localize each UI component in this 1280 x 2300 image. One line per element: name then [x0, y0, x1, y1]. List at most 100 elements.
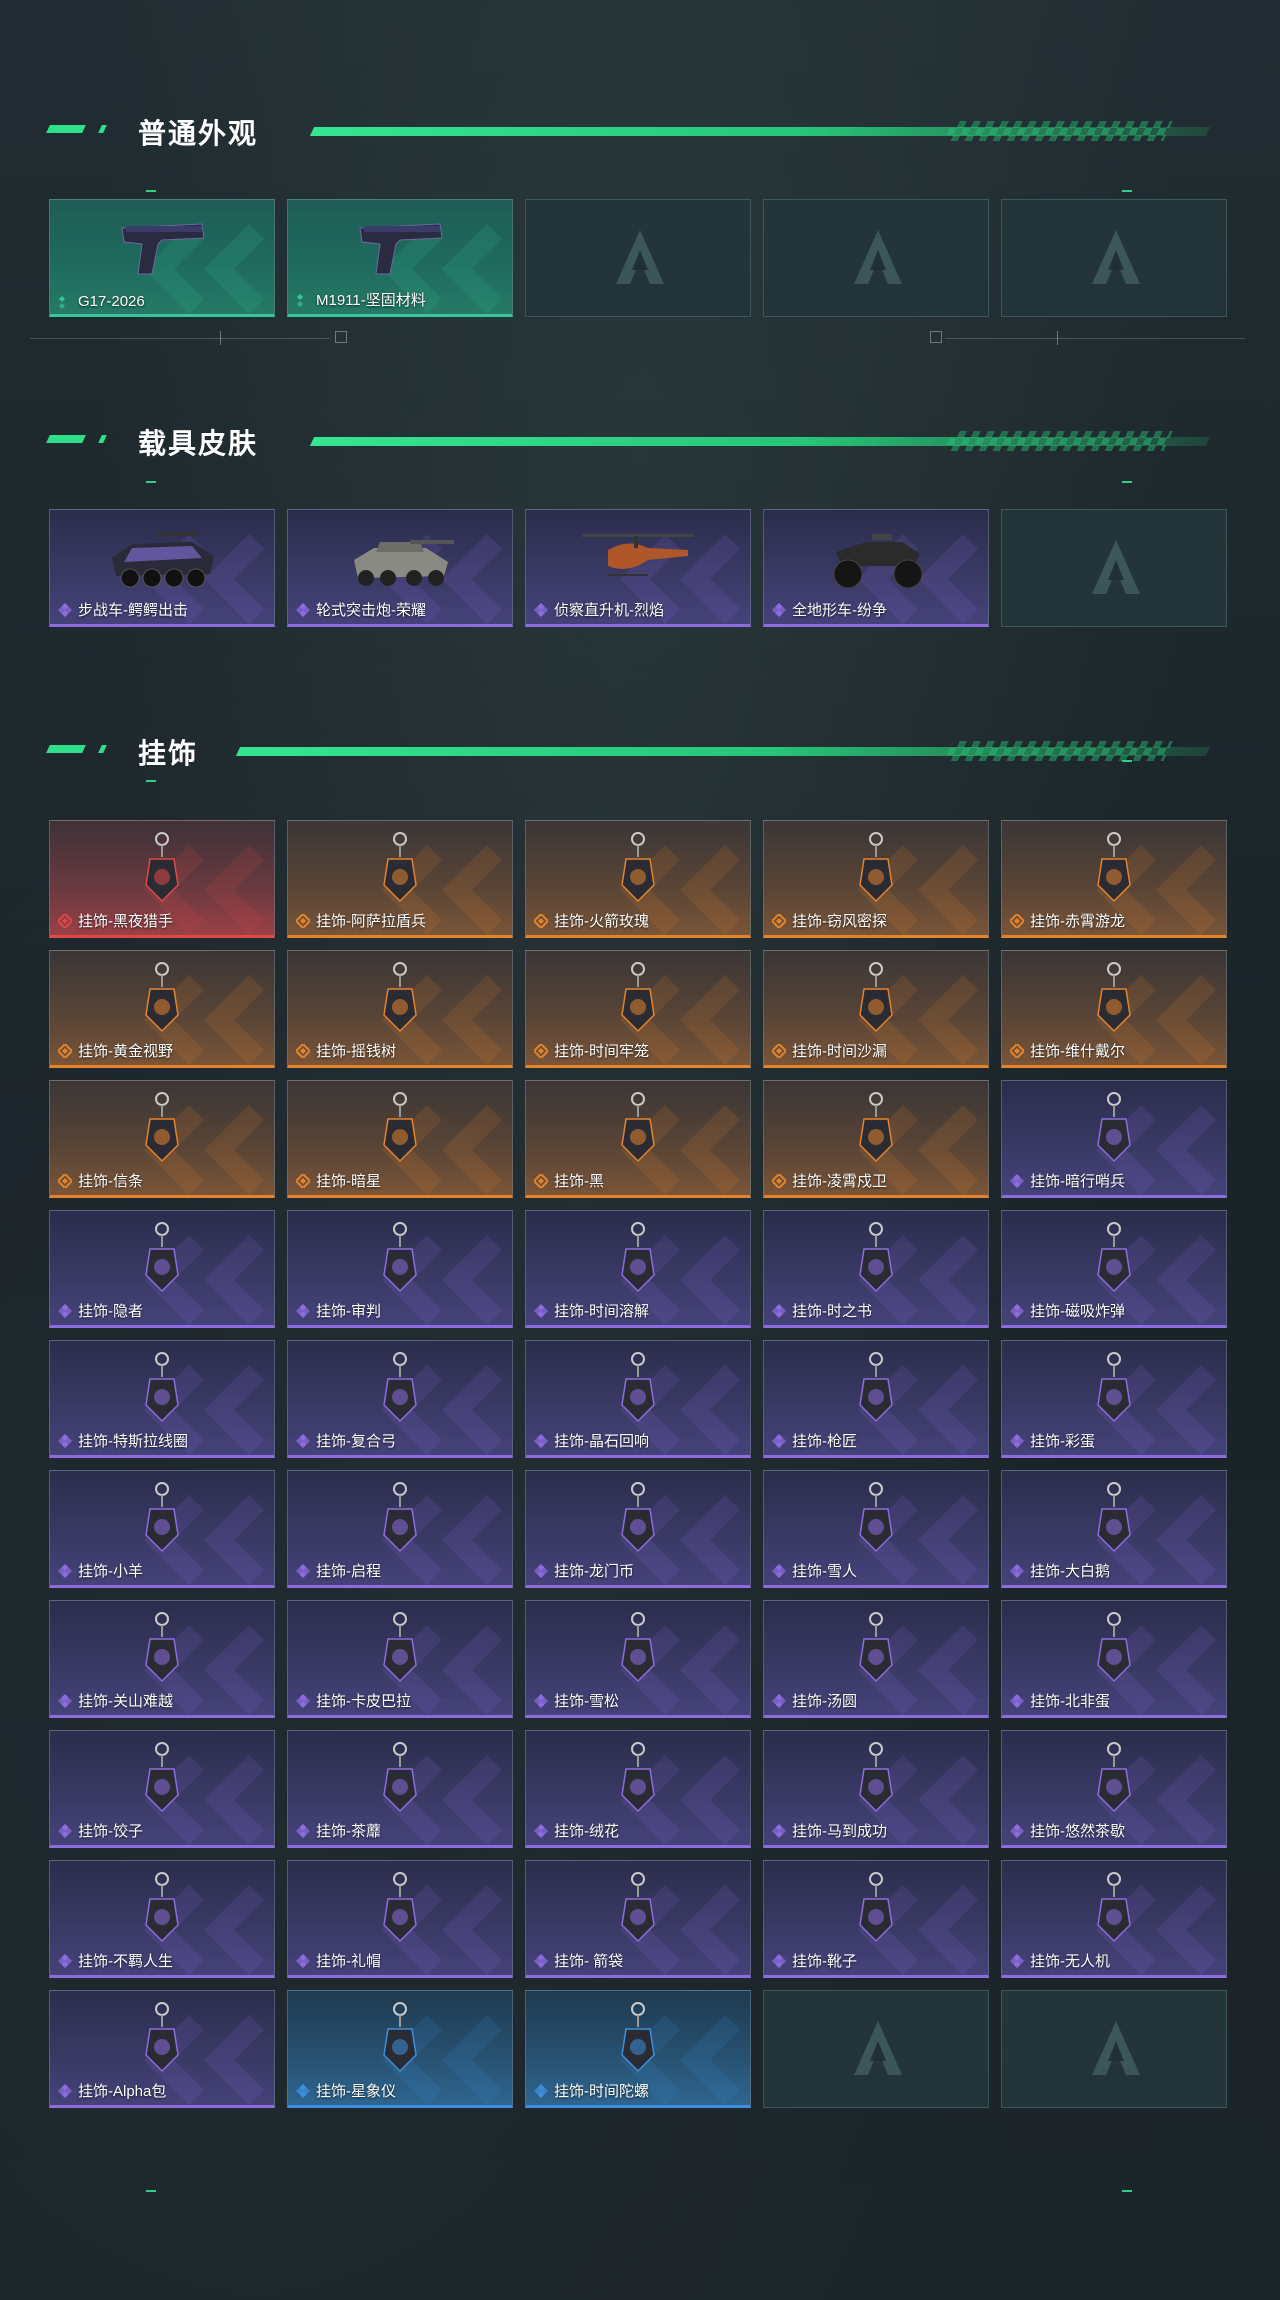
- item-card[interactable]: 挂饰-枪匠: [763, 1340, 989, 1458]
- item-card[interactable]: 挂饰-特斯拉线圈: [49, 1340, 275, 1458]
- item-card[interactable]: 挂饰-无人机: [1001, 1860, 1227, 1978]
- item-card[interactable]: 挂饰-磁吸炸弹: [1001, 1210, 1227, 1328]
- orange-rarity-icon: [772, 1173, 786, 1188]
- item-card[interactable]: 轮式突击炮-荣耀: [287, 509, 513, 627]
- item-label-row: 挂饰-关山难越: [58, 1690, 173, 1711]
- item-card[interactable]: 挂饰-时间牢笼: [525, 950, 751, 1068]
- item-label-row: 挂饰-绒花: [534, 1820, 619, 1841]
- item-card[interactable]: 挂饰-茶蘼: [287, 1730, 513, 1848]
- orange-rarity-icon: [772, 1043, 786, 1058]
- item-card[interactable]: G17-2026: [49, 199, 275, 317]
- charm-icon: [859, 832, 893, 903]
- purple-rarity-icon: [772, 1693, 786, 1708]
- item-name: 挂饰-时间溶解: [554, 1303, 649, 1320]
- item-card[interactable]: 挂饰-龙门币: [525, 1470, 751, 1588]
- item-card[interactable]: 挂饰-窃风密探: [763, 820, 989, 938]
- charm-icon: [859, 1092, 893, 1163]
- item-card[interactable]: 挂饰-黑夜猎手: [49, 820, 275, 938]
- item-card[interactable]: 挂饰-星象仪: [287, 1990, 513, 2108]
- item-label-row: 挂饰-时间溶解: [534, 1300, 649, 1321]
- item-label-row: 挂饰-大白鹅: [1010, 1560, 1110, 1581]
- item-card[interactable]: 挂饰-时间沙漏: [763, 950, 989, 1068]
- item-card[interactable]: 挂饰-大白鹅: [1001, 1470, 1227, 1588]
- item-name: 挂饰-暗星: [316, 1173, 381, 1190]
- item-name: 挂饰-暗行哨兵: [1030, 1173, 1125, 1190]
- header-accent: [46, 125, 86, 133]
- charm-icon: [383, 2002, 417, 2073]
- item-card[interactable]: 挂饰-火箭玫瑰: [525, 820, 751, 938]
- green-rarity-icon: [297, 293, 303, 307]
- item-card[interactable]: 挂饰- 箭袋: [525, 1860, 751, 1978]
- item-label-row: 挂饰-复合弓: [296, 1430, 396, 1451]
- item-card[interactable]: 挂饰-时之书: [763, 1210, 989, 1328]
- purple-rarity-icon: [772, 1953, 786, 1968]
- item-name: 挂饰-隐者: [78, 1303, 143, 1320]
- item-label-row: 挂饰-赤霄游龙: [1010, 910, 1125, 931]
- item-label-row: 挂饰-不羁人生: [58, 1950, 173, 1971]
- item-card[interactable]: 挂饰-摇钱树: [287, 950, 513, 1068]
- item-card[interactable]: 挂饰-暗星: [287, 1080, 513, 1198]
- header-accent: [98, 745, 107, 753]
- item-card[interactable]: 挂饰-维什戴尔: [1001, 950, 1227, 1068]
- item-card[interactable]: 挂饰-饺子: [49, 1730, 275, 1848]
- item-card[interactable]: 挂饰-Alpha包: [49, 1990, 275, 2108]
- item-card[interactable]: 挂饰-卡皮巴拉: [287, 1600, 513, 1718]
- item-label-row: 挂饰-隐者: [58, 1300, 143, 1321]
- item-card[interactable]: 挂饰-悠然茶歇: [1001, 1730, 1227, 1848]
- item-card[interactable]: 挂饰-礼帽: [287, 1860, 513, 1978]
- item-label-row: 挂饰-信条: [58, 1170, 143, 1191]
- item-name: 挂饰-审判: [316, 1303, 381, 1320]
- item-card[interactable]: 挂饰-启程: [287, 1470, 513, 1588]
- header-accent: [98, 435, 107, 443]
- empty-slot: [1001, 1990, 1227, 2108]
- charm-icon: [621, 962, 655, 1033]
- item-card[interactable]: 挂饰-黑: [525, 1080, 751, 1198]
- item-card[interactable]: 挂饰-小羊: [49, 1470, 275, 1588]
- charm-icon: [1097, 1742, 1131, 1813]
- item-card[interactable]: 挂饰-信条: [49, 1080, 275, 1198]
- section-title: 载具皮肤: [138, 428, 259, 459]
- item-card[interactable]: 挂饰-阿萨拉盾兵: [287, 820, 513, 938]
- item-card[interactable]: 挂饰-绒花: [525, 1730, 751, 1848]
- item-card[interactable]: 挂饰-时间陀螺: [525, 1990, 751, 2108]
- item-card[interactable]: 挂饰-晶石回响: [525, 1340, 751, 1458]
- item-card[interactable]: M1911-坚固材料: [287, 199, 513, 317]
- pistol-icon: [121, 223, 205, 275]
- item-name: 挂饰-龙门币: [554, 1563, 634, 1580]
- charm-icon: [621, 1092, 655, 1163]
- item-card[interactable]: 挂饰-赤霄游龙: [1001, 820, 1227, 938]
- item-card[interactable]: 挂饰-审判: [287, 1210, 513, 1328]
- item-card[interactable]: 挂饰-不羁人生: [49, 1860, 275, 1978]
- item-label-row: 挂饰-北非蛋: [1010, 1690, 1110, 1711]
- charm-icon: [1097, 1482, 1131, 1553]
- purple-rarity-icon: [296, 1953, 310, 1968]
- item-card[interactable]: 挂饰-黄金视野: [49, 950, 275, 1068]
- purple-rarity-icon: [772, 1563, 786, 1578]
- item-card[interactable]: 挂饰-靴子: [763, 1860, 989, 1978]
- item-label-row: 挂饰-彩蛋: [1010, 1430, 1095, 1451]
- item-card[interactable]: 挂饰-隐者: [49, 1210, 275, 1328]
- item-card[interactable]: 挂饰-暗行哨兵: [1001, 1080, 1227, 1198]
- item-card[interactable]: 挂饰-凌霄戍卫: [763, 1080, 989, 1198]
- item-card[interactable]: 挂饰-马到成功: [763, 1730, 989, 1848]
- purple-rarity-icon: [296, 1823, 310, 1838]
- header-accent: [98, 125, 107, 133]
- item-card[interactable]: 全地形车-纷争: [763, 509, 989, 627]
- item-card[interactable]: 挂饰-汤圆: [763, 1600, 989, 1718]
- item-card[interactable]: 挂饰-雪松: [525, 1600, 751, 1718]
- purple-rarity-icon: [1010, 1433, 1024, 1448]
- item-card[interactable]: 步战车-鳄鳄出击: [49, 509, 275, 627]
- item-card[interactable]: 挂饰-北非蛋: [1001, 1600, 1227, 1718]
- purple-rarity-icon: [534, 1433, 548, 1448]
- item-card[interactable]: 挂饰-复合弓: [287, 1340, 513, 1458]
- helicopter-icon: [582, 534, 694, 576]
- item-card[interactable]: 挂饰-关山难越: [49, 1600, 275, 1718]
- item-name: 挂饰-时间牢笼: [554, 1043, 649, 1060]
- item-card[interactable]: 挂饰-雪人: [763, 1470, 989, 1588]
- item-card[interactable]: 挂饰-时间溶解: [525, 1210, 751, 1328]
- purple-rarity-icon: [296, 1693, 310, 1708]
- item-card[interactable]: 挂饰-彩蛋: [1001, 1340, 1227, 1458]
- item-card[interactable]: 侦察直升机-烈焰: [525, 509, 751, 627]
- item-label-row: 挂饰-Alpha包: [58, 2080, 166, 2101]
- item-label-row: 挂饰-时间陀螺: [534, 2080, 649, 2101]
